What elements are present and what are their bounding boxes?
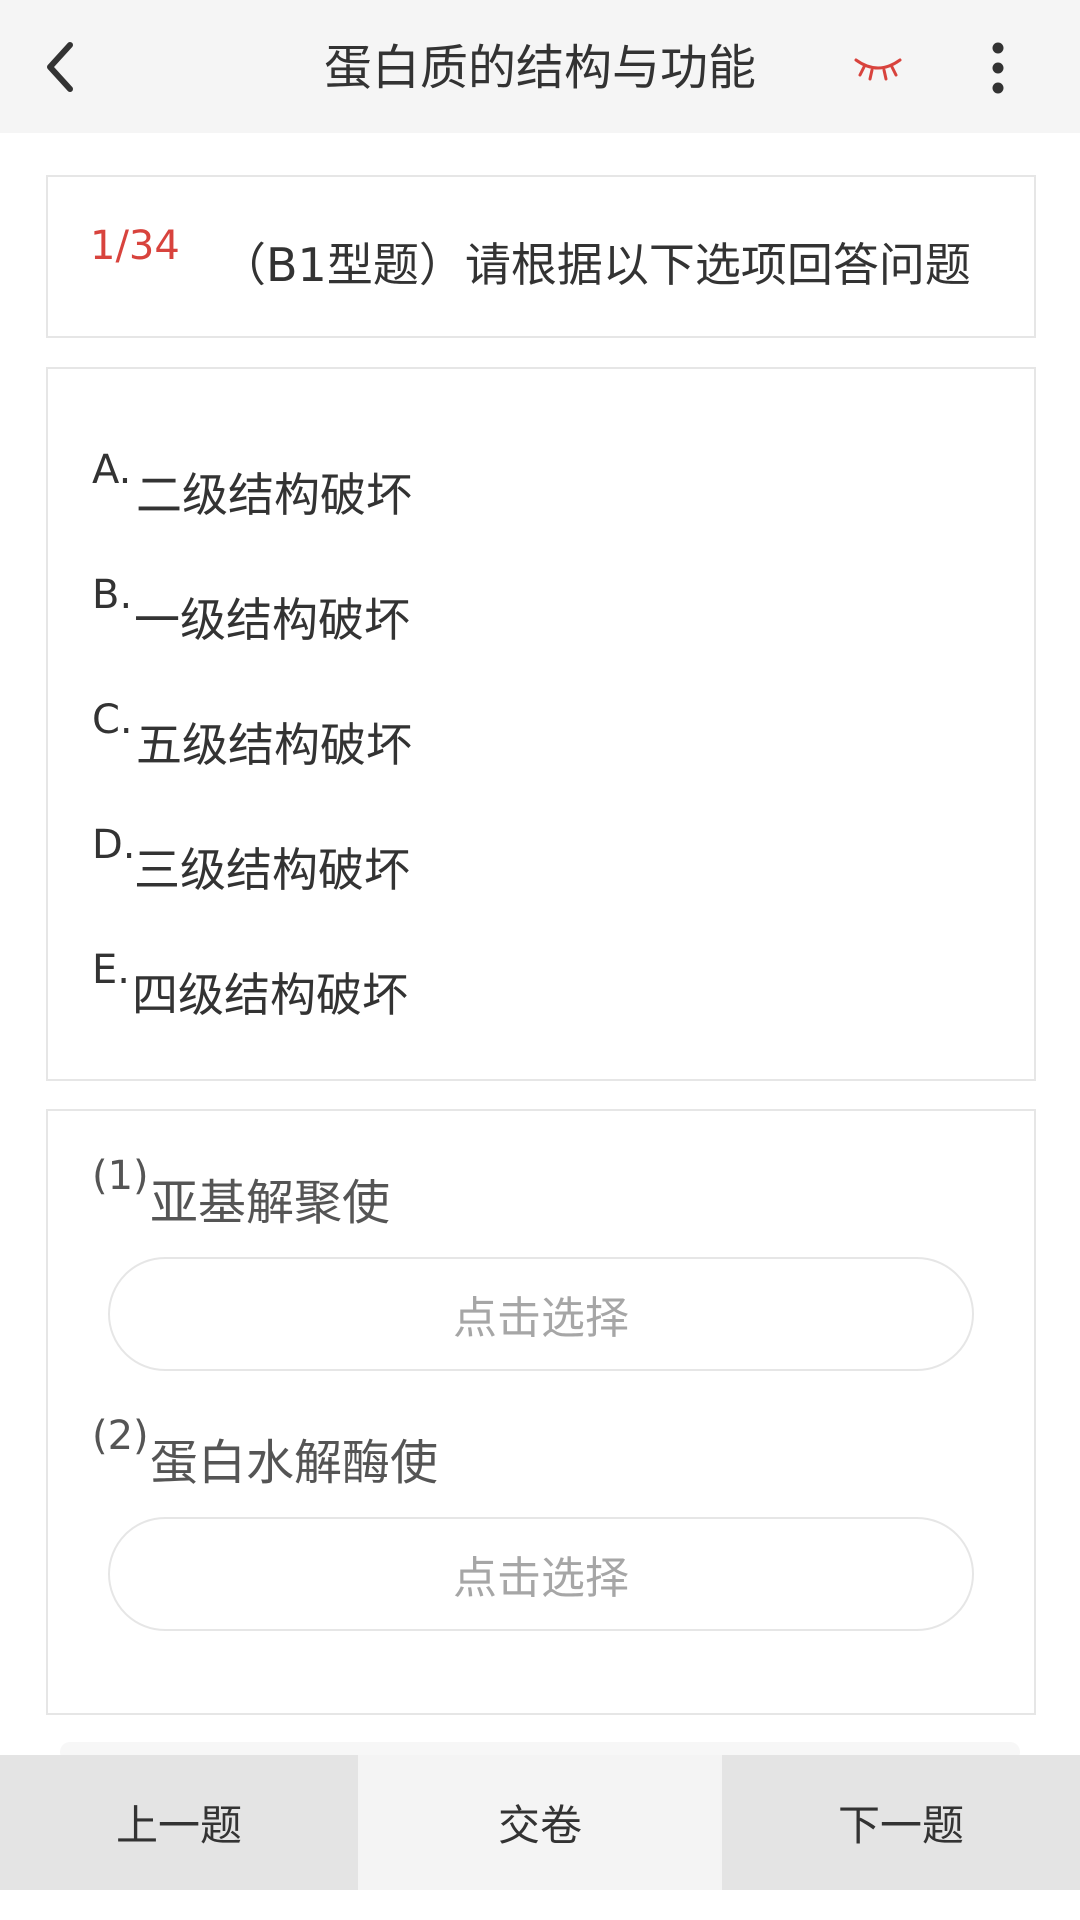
question-header-card: 1/34 （B1型题）请根据以下选项回答问题 bbox=[46, 175, 1036, 338]
next-question-button[interactable]: 下一题 bbox=[722, 1755, 1080, 1890]
sub-question-number: (2) bbox=[92, 1413, 149, 1459]
option-text: 四级结构破坏 bbox=[132, 968, 408, 1022]
bottom-nav-bar: 上一题 交卷 下一题 bbox=[0, 1755, 1080, 1890]
option-letter: B. bbox=[92, 572, 133, 618]
submit-exam-button[interactable]: 交卷 bbox=[358, 1755, 722, 1890]
sub-question-text: 蛋白水解酶使 bbox=[150, 1435, 439, 1491]
chevron-left-icon bbox=[47, 42, 73, 92]
more-vertical-icon bbox=[992, 42, 1004, 94]
page-title: 蛋白质的结构与功能 bbox=[323, 40, 756, 96]
toggle-eye-button[interactable] bbox=[850, 50, 906, 86]
sub-question-text: 亚基解聚使 bbox=[150, 1175, 391, 1231]
back-button[interactable] bbox=[30, 32, 90, 102]
previous-question-button[interactable]: 上一题 bbox=[0, 1755, 358, 1890]
question-type-text: （B1型题）请根据以下选项回答问题 bbox=[220, 238, 971, 292]
option-text: 二级结构破坏 bbox=[136, 468, 412, 522]
sub-questions-card: (1) 亚基解聚使 点击选择 (2) 蛋白水解酶使 点击选择 bbox=[46, 1109, 1036, 1715]
option-letter: E. bbox=[92, 947, 130, 993]
option-text: 五级结构破坏 bbox=[136, 718, 412, 772]
option-letter: A. bbox=[92, 447, 132, 493]
question-number: 1/34 bbox=[90, 223, 180, 269]
sub-question-1-select-button[interactable]: 点击选择 bbox=[108, 1257, 974, 1371]
top-bar: 蛋白质的结构与功能 bbox=[0, 0, 1080, 133]
sub-question-2-select-button[interactable]: 点击选择 bbox=[108, 1517, 974, 1631]
options-card: A. 二级结构破坏 B. 一级结构破坏 C. 五级结构破坏 D. 三级结构破坏 … bbox=[46, 367, 1036, 1081]
option-letter: D. bbox=[92, 822, 136, 868]
sub-question-number: (1) bbox=[92, 1153, 149, 1199]
option-letter: C. bbox=[92, 697, 133, 743]
more-options-button[interactable] bbox=[975, 40, 1021, 96]
eye-closed-icon bbox=[854, 58, 902, 81]
option-text: 三级结构破坏 bbox=[134, 843, 410, 897]
option-text: 一级结构破坏 bbox=[134, 593, 410, 647]
